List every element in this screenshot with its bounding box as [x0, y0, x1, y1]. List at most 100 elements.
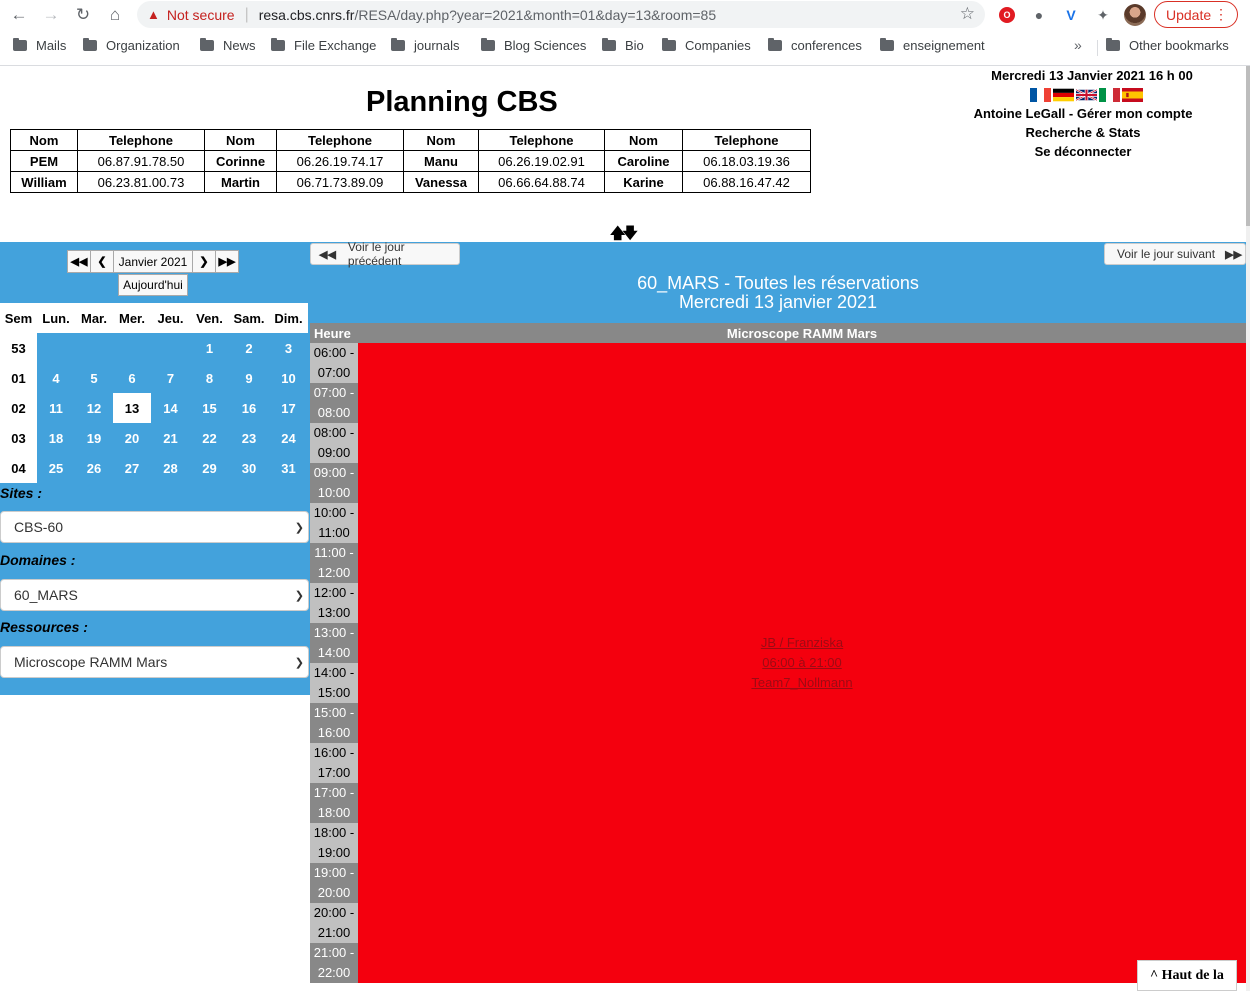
bookmark-enseignement[interactable]: enseignement	[880, 38, 985, 53]
calendar-day[interactable]: 3	[269, 333, 308, 363]
calendar-day[interactable]: 6	[113, 363, 151, 393]
calendar-day[interactable]: 10	[269, 363, 308, 393]
calendar-day[interactable]: 7	[151, 363, 190, 393]
bookmarks-bar: Mails Organization News File Exchange jo…	[0, 34, 1250, 60]
bookmark-conferences[interactable]: conferences	[768, 38, 862, 53]
flag-fr-icon[interactable]	[1029, 87, 1051, 102]
previous-year-icon[interactable]: ◀◀	[67, 250, 91, 273]
calendar-day[interactable]: 17	[269, 393, 308, 423]
bookmark-blog-sciences[interactable]: Blog Sciences	[481, 38, 586, 53]
week-number[interactable]: 01	[0, 363, 37, 393]
booking-block[interactable]: JB / Franziska 06:00 à 21:00 Team7_Nollm…	[358, 343, 1246, 983]
calendar-day[interactable]: 9	[229, 363, 269, 393]
forward-arrow-icon[interactable]: →	[35, 1, 67, 29]
calendar-day[interactable]: 11	[37, 393, 75, 423]
bulb-extension-icon[interactable]: ●	[1029, 5, 1049, 25]
bookmark-other[interactable]: Other bookmarks	[1106, 38, 1229, 53]
back-to-top-button[interactable]: ^ Haut de la	[1137, 960, 1237, 991]
ressources-select[interactable]: Microscope RAMM Mars ❯	[0, 646, 309, 678]
back-arrow-icon[interactable]: ←	[3, 1, 35, 29]
resource-column-header[interactable]: Microscope RAMM Mars	[358, 326, 1246, 341]
sites-select[interactable]: CBS-60 ❯	[0, 511, 309, 543]
calendar-day[interactable]: 4	[37, 363, 75, 393]
calendar-day[interactable]: 26	[75, 453, 113, 483]
previous-day-button[interactable]: ◀◀ Voir le jour précédent	[310, 240, 460, 268]
calendar-day[interactable]: 20	[113, 423, 151, 453]
calendar-empty-cell	[151, 333, 190, 363]
bookmark-file-exchange[interactable]: File Exchange	[271, 38, 376, 53]
calendar-day[interactable]: 18	[37, 423, 75, 453]
domaines-select[interactable]: 60_MARS ❯	[0, 579, 309, 611]
calendar-day[interactable]: 5	[75, 363, 113, 393]
flag-de-icon[interactable]	[1052, 88, 1074, 102]
next-year-icon[interactable]: ▶▶	[215, 250, 239, 273]
bookmark-bio[interactable]: Bio	[602, 38, 644, 53]
update-button[interactable]: Update ⋮	[1154, 1, 1238, 28]
hour-column-header: Heure	[314, 326, 351, 341]
contact-phone: 06.26.19.02.91	[478, 150, 605, 172]
calendar-day[interactable]: 19	[75, 423, 113, 453]
calendar-day[interactable]: 27	[113, 453, 151, 483]
calendar-day[interactable]: 16	[229, 393, 269, 423]
calendar-day[interactable]: 21	[151, 423, 190, 453]
booking-team: Team7_Nollmann	[751, 675, 853, 690]
bookmark-mails[interactable]: Mails	[13, 38, 66, 53]
week-number[interactable]: 04	[0, 453, 37, 483]
next-month-icon[interactable]: ❯	[192, 250, 216, 273]
week-number[interactable]: 03	[0, 423, 37, 453]
more-bookmarks-chevron-icon[interactable]: »	[1074, 37, 1082, 53]
booking-details[interactable]: JB / Franziska 06:00 à 21:00 Team7_Nollm…	[358, 633, 1246, 693]
account-link[interactable]: Antoine LeGall - Gérer mon compte	[916, 104, 1250, 123]
bookmark-journals[interactable]: journals	[391, 38, 460, 53]
calendar-day[interactable]: 12	[75, 393, 113, 423]
bookmark-organization[interactable]: Organization	[83, 38, 180, 53]
calendar-day[interactable]: 29	[190, 453, 229, 483]
address-bar[interactable]: ▲ Not secure | resa.cbs.cnrs.fr/RESA/day…	[137, 1, 985, 28]
logout-link[interactable]: Se déconnecter	[916, 142, 1250, 161]
calendar-day[interactable]: 28	[151, 453, 190, 483]
opera-extension-icon[interactable]: O	[997, 5, 1017, 25]
next-day-button[interactable]: Voir le jour suivant ▶▶	[1104, 243, 1246, 265]
calendar-month-label[interactable]: Janvier 2021	[113, 250, 193, 273]
scrollbar-thumb[interactable]	[1246, 66, 1250, 226]
bookmark-news[interactable]: News	[200, 38, 256, 53]
contact-phone: 06.26.19.74.17	[276, 150, 404, 172]
flag-gb-icon[interactable]	[1075, 88, 1097, 102]
search-stats-link[interactable]: Recherche & Stats	[916, 123, 1250, 142]
flag-es-icon[interactable]	[1121, 87, 1143, 102]
flag-it-icon[interactable]	[1098, 87, 1120, 102]
calendar-header-day: Lun.	[37, 303, 75, 333]
calendar-day[interactable]: 13	[113, 393, 151, 423]
profile-avatar[interactable]	[1124, 4, 1146, 26]
home-icon[interactable]: ⌂	[99, 1, 131, 29]
bookmark-label: News	[223, 38, 256, 53]
calendar-day[interactable]: 30	[229, 453, 269, 483]
reload-icon[interactable]: ↻	[67, 1, 99, 29]
slot-start: 17:00 -	[313, 785, 355, 800]
calendar-day[interactable]: 8	[190, 363, 229, 393]
slot-end: 09:00	[317, 445, 351, 460]
extensions-puzzle-icon[interactable]: ✦	[1093, 5, 1113, 25]
calendar-day[interactable]: 1	[190, 333, 229, 363]
week-number[interactable]: 02	[0, 393, 37, 423]
calendar-day[interactable]: 25	[37, 453, 75, 483]
calendar-day[interactable]: 31	[269, 453, 308, 483]
calendar-day[interactable]: 14	[151, 393, 190, 423]
calendar-day[interactable]: 22	[190, 423, 229, 453]
bookmark-companies[interactable]: Companies	[662, 38, 751, 53]
calendar-day[interactable]: 24	[269, 423, 308, 453]
previous-month-icon[interactable]: ❮	[90, 250, 114, 273]
bookmark-star-icon[interactable]: ☆	[960, 4, 975, 24]
calendar-day[interactable]: 23	[229, 423, 269, 453]
table-row: William 06.23.81.00.73 Martin 06.71.73.8…	[10, 171, 811, 193]
calendar-day[interactable]: 2	[229, 333, 269, 363]
calendar-day[interactable]: 15	[190, 393, 229, 423]
next-day-label: Voir le jour suivant	[1117, 247, 1216, 261]
today-button[interactable]: Aujourd'hui	[118, 274, 188, 296]
contact-name: Manu	[403, 150, 479, 172]
v-extension-icon[interactable]: V	[1061, 5, 1081, 25]
week-number[interactable]: 53	[0, 333, 37, 363]
slot-end: 13:00	[317, 605, 351, 620]
double-left-icon: ◀◀	[319, 248, 336, 261]
column-header-telephone: Telephone	[77, 129, 205, 151]
